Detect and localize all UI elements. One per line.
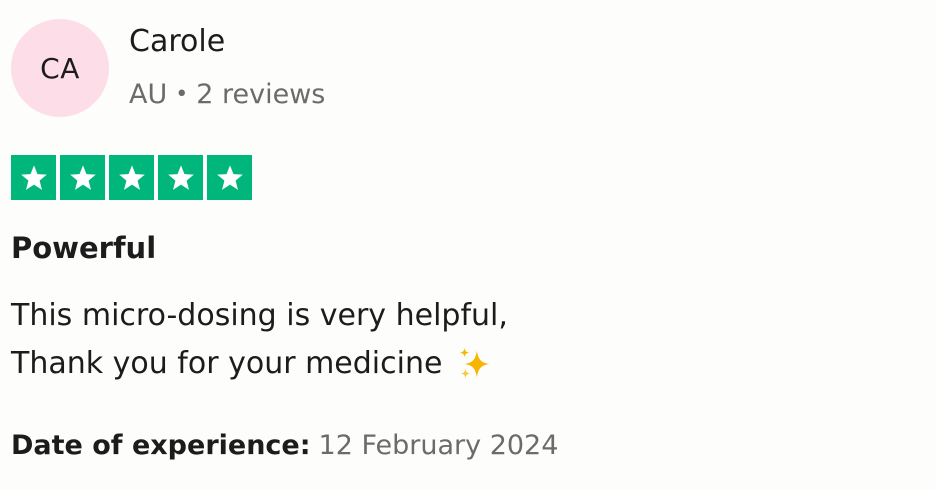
reviewer-review-count: 2 reviews <box>196 79 326 110</box>
date-of-experience-label: Date of experience: <box>11 430 311 461</box>
avatar-initials: CA <box>40 51 80 85</box>
date-of-experience: Date of experience: 12 February 2024 <box>11 426 558 466</box>
reviewer-name[interactable]: Carole <box>129 22 225 62</box>
review-title[interactable]: Powerful <box>11 228 156 268</box>
star-rating <box>11 155 252 200</box>
star-1 <box>11 155 56 200</box>
star-4 <box>158 155 203 200</box>
reviewer-meta: AU • 2 reviews <box>129 76 325 114</box>
star-5 <box>207 155 252 200</box>
star-icon <box>118 164 145 190</box>
reviewer-country: AU <box>129 79 168 110</box>
sparkles-icon <box>460 347 490 379</box>
review-body-line-2: Thank you for your medicine <box>11 340 508 388</box>
star-icon <box>69 164 96 190</box>
date-of-experience-value: 12 February 2024 <box>318 430 559 461</box>
star-icon <box>20 164 47 190</box>
review-body: This micro-dosing is very helpful, Thank… <box>11 292 508 388</box>
meta-separator: • <box>175 82 189 107</box>
star-icon <box>167 164 194 190</box>
review-body-line-1: This micro-dosing is very helpful, <box>11 298 508 333</box>
review-body-line-2-text: Thank you for your medicine <box>11 346 443 381</box>
star-3 <box>109 155 154 200</box>
reviewer-avatar: CA <box>11 19 109 117</box>
star-2 <box>60 155 105 200</box>
star-icon <box>216 164 243 190</box>
